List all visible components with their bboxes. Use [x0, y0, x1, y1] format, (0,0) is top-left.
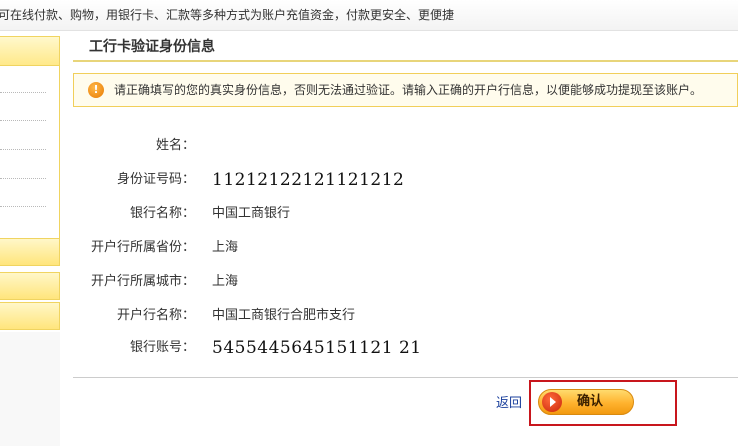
back-link[interactable]: 返回: [496, 394, 522, 414]
panel-header: 工行卡验证身份信息: [73, 36, 738, 62]
branch-value: 中国工商银行合肥市支行: [212, 308, 356, 323]
branch-label: 开户行名称：: [116, 308, 195, 323]
sidebar-menu-item[interactable]: [0, 92, 46, 93]
confirm-button[interactable]: 确认: [538, 389, 634, 415]
city-value: 上海: [212, 274, 239, 289]
bank-name-value: 中国工商银行: [212, 206, 291, 221]
field-row-account: 银行账号： 5455445645151121 21: [73, 336, 673, 360]
sidebar-menu-list: [0, 66, 60, 266]
sidebar-menu-item[interactable]: [0, 178, 46, 179]
play-arrow-icon: [542, 392, 562, 412]
form-divider: [73, 377, 738, 378]
verification-panel: 工行卡验证身份信息 ! 请正确填写的您的真实身份信息，否则无法通过验证。请输入正…: [73, 36, 738, 446]
sidebar-menu-item[interactable]: [0, 120, 46, 121]
field-row-branch: 开户行名称： 中国工商银行合肥市支行: [73, 304, 673, 328]
sidebar-section-bar[interactable]: [0, 302, 60, 330]
province-label: 开户行所属省份：: [90, 240, 195, 255]
field-row-province: 开户行所属省份： 上海: [73, 236, 673, 260]
top-banner-text: 可在线付款、购物，用银行卡、汇款等多种方式为账户充值资金，付款更安全、更便捷: [0, 8, 455, 22]
sidebar-footer: [0, 332, 60, 446]
field-row-name: 姓名：: [73, 134, 673, 158]
field-row-bank-name: 银行名称： 中国工商银行: [73, 202, 673, 226]
sidebar-menu-item[interactable]: [0, 149, 46, 150]
province-value: 上海: [212, 240, 239, 255]
top-banner: 可在线付款、购物，用银行卡、汇款等多种方式为账户充值资金，付款更安全、更便捷: [0, 0, 738, 31]
sidebar-header: [0, 36, 60, 66]
sidebar-section-bar[interactable]: [0, 272, 60, 300]
id-number-value: 11212122121121212: [212, 170, 405, 190]
left-sidebar: [0, 36, 60, 446]
account-value: 5455445645151121 21: [212, 338, 422, 358]
exclamation-icon: !: [88, 82, 104, 98]
sidebar-section-bar[interactable]: [0, 238, 60, 266]
id-number-label: 身份证号码：: [116, 172, 195, 187]
confirm-highlight-box: 确认: [529, 380, 677, 426]
field-row-city: 开户行所属城市： 上海: [73, 270, 673, 294]
page-title: 工行卡验证身份信息: [89, 39, 215, 55]
bank-name-label: 银行名称：: [129, 206, 195, 221]
notice-box: ! 请正确填写的您的真实身份信息，否则无法通过验证。请输入正确的开户行信息，以便…: [73, 73, 738, 107]
field-row-id-number: 身份证号码： 11212122121121212: [73, 168, 673, 192]
city-label: 开户行所属城市：: [90, 274, 195, 289]
sidebar-menu-item[interactable]: [0, 206, 46, 207]
confirm-button-label: 确认: [577, 394, 604, 409]
name-label: 姓名：: [155, 138, 195, 153]
account-label: 银行账号：: [129, 340, 195, 355]
notice-text: 请正确填写的您的真实身份信息，否则无法通过验证。请输入正确的开户行信息，以便能够…: [114, 83, 703, 97]
